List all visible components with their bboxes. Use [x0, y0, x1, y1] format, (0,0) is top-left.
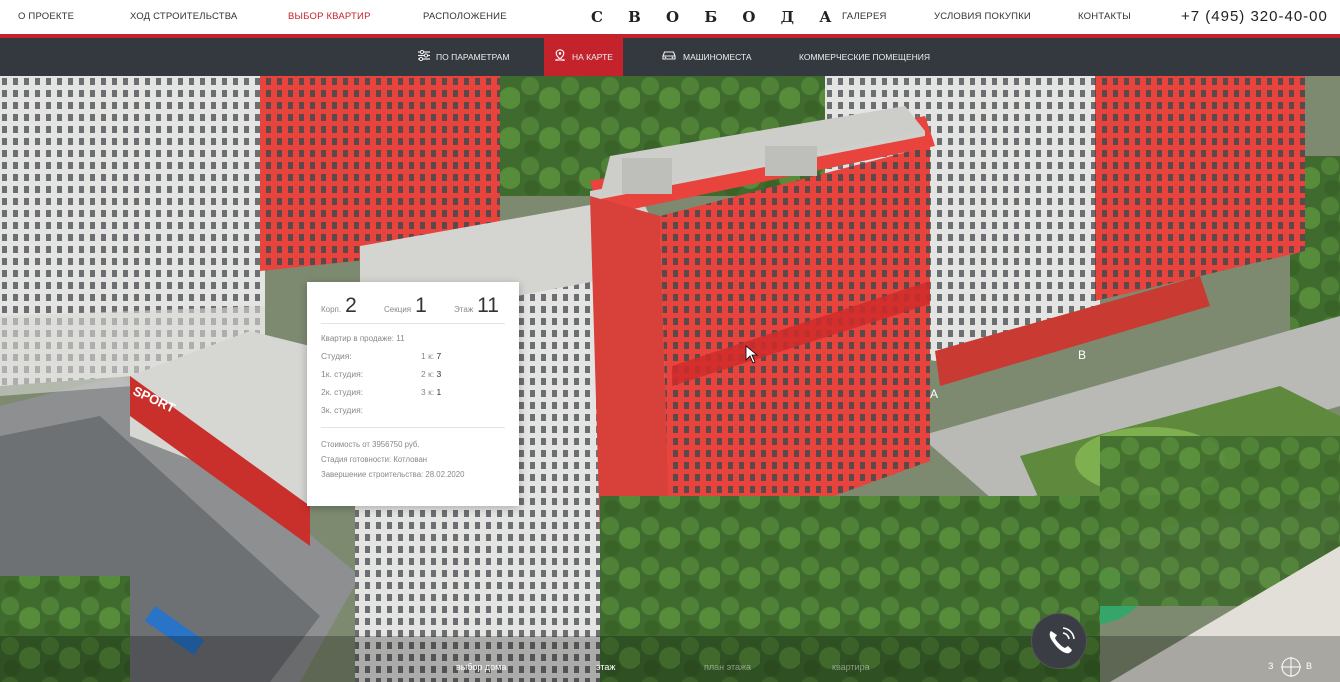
type-3k: 3 к: 1: [421, 387, 442, 397]
tab-label: НА КАРТЕ: [572, 52, 613, 62]
nav-location[interactable]: РАСПОЛОЖЕНИЕ: [423, 11, 507, 22]
type-2k: 2 к: 3: [421, 369, 442, 379]
top-header: О ПРОЕКТЕ ХОД СТРОИТЕЛЬСТВА ВЫБОР КВАРТИ…: [0, 0, 1340, 38]
phone-icon: [1049, 627, 1075, 654]
page-root: О ПРОЕКТЕ ХОД СТРОИТЕЛЬСТВА ВЫБОР КВАРТИ…: [0, 0, 1340, 682]
type-3k-studio: 3к. студия:: [321, 405, 364, 415]
stage-text: Стадия готовности: Котлован: [321, 455, 428, 464]
building-label-b: В: [1078, 348, 1086, 362]
step-choose-house[interactable]: выбор дома: [456, 662, 506, 672]
tab-commercial[interactable]: КОММЕРЧЕСКИЕ ПОМЕЩЕНИЯ: [799, 38, 930, 76]
building-label-a: А: [930, 387, 938, 401]
card-header: Корп. 2 Секция 1 Этаж 11: [321, 294, 505, 324]
price-text: Стоимость от 3956750 руб.: [321, 440, 420, 449]
nav-contacts[interactable]: КОНТАКТЫ: [1078, 11, 1131, 22]
tab-on-map[interactable]: НА КАРТЕ: [544, 38, 623, 76]
korp-label: Корп.: [321, 305, 342, 314]
nav-construction[interactable]: ХОД СТРОИТЕЛЬСТВА: [130, 11, 237, 22]
compass-east: В: [1306, 661, 1313, 671]
step-apartment[interactable]: квартира: [832, 662, 870, 672]
section-label: Секция: [384, 305, 412, 314]
tab-label: МАШИНОМЕСТА: [683, 52, 752, 62]
floor-info-card: Корп. 2 Секция 1 Этаж 11 Квартир в продаже:…: [307, 282, 519, 506]
card-details: Стоимость от 3956750 руб. Стадия готовно…: [321, 437, 505, 482]
tab-label: КОММЕРЧЕСКИЕ ПОМЕЩЕНИЯ: [799, 52, 931, 62]
type-2k-studio: 2к. студия:: [321, 387, 364, 397]
type-studio: Студия:: [321, 351, 352, 361]
sub-navigation: ПО ПАРАМЕТРАМ НА КАРТЕ МАШИНОМЕСТА КОММЕ…: [0, 38, 1340, 76]
completion-text: Завершение строительства: 28.02.2020: [321, 470, 465, 479]
floor-label: Этаж: [454, 305, 474, 314]
card-divider: [321, 427, 505, 428]
complex-3d-map[interactable]: SPORT А В: [0, 76, 1340, 682]
step-floor[interactable]: этаж: [596, 662, 615, 672]
complex-illustration: SPORT А В: [0, 76, 1340, 682]
nav-choose-apartment[interactable]: ВЫБОР КВАРТИР: [288, 11, 371, 22]
tab-by-parameters[interactable]: ПО ПАРАМЕТРАМ: [418, 38, 509, 76]
compass-west: З: [1268, 661, 1274, 671]
nav-about[interactable]: О ПРОЕКТЕ: [18, 11, 74, 22]
section-value: 1: [415, 294, 427, 317]
callback-button[interactable]: [1031, 613, 1087, 669]
type-1k-studio: 1к. студия:: [321, 369, 364, 379]
map-pin-icon: [554, 39, 566, 77]
compass: З В: [1268, 656, 1316, 678]
logo[interactable]: С В О Б О Д А: [591, 8, 841, 26]
apartment-types: Студия: 1 к: 7 1к. студия: 2 к: 3 2к. ст…: [321, 351, 505, 415]
phone-number[interactable]: +7 (495) 320-40-00: [1181, 8, 1328, 25]
compass-icon: [1281, 657, 1301, 677]
tab-label: ПО ПАРАМЕТРАМ: [436, 52, 510, 62]
step-floor-plan[interactable]: план этажа: [704, 662, 751, 672]
apartments-for-sale: Квартир в продаже: 11: [321, 334, 405, 343]
floor-value: 11: [477, 294, 499, 317]
nav-gallery[interactable]: ГАЛЕРЕЯ: [842, 11, 887, 22]
tab-parking[interactable]: МАШИНОМЕСТА: [661, 38, 752, 76]
nav-purchase-terms[interactable]: УСЛОВИЯ ПОКУПКИ: [934, 11, 1031, 22]
korp-value: 2: [345, 294, 357, 317]
car-icon: [661, 39, 677, 77]
sliders-icon: [418, 39, 430, 77]
type-1k: 1 к: 7: [421, 351, 442, 361]
